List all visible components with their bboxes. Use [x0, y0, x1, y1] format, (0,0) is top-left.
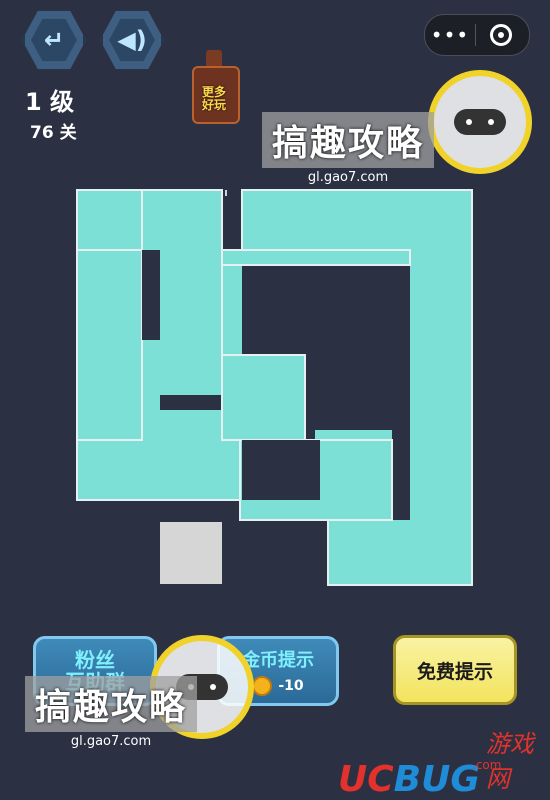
coin-cost-value: -10: [278, 678, 304, 694]
gamepad-icon: [454, 109, 506, 135]
logo-uc: UC: [338, 759, 394, 800]
path-segment-right-inner: [221, 249, 411, 266]
empty-cell[interactable]: [160, 522, 222, 584]
fans-label-line1: 粉丝: [75, 648, 115, 672]
logo-com: .com: [472, 758, 502, 772]
watermark-url: gl.gao7.com: [70, 734, 152, 749]
watermark-url: gl.gao7.com: [307, 170, 389, 185]
path-segment-left-2: [76, 189, 143, 251]
coin-cost: -10: [252, 676, 304, 696]
coin-icon: [252, 676, 273, 696]
watermark-bottom: 搞趣攻略 gl.gao7.com: [25, 676, 198, 749]
path-segment-left-3: [76, 249, 143, 441]
watermark-brand: 搞趣攻略: [25, 676, 198, 732]
path-segment-middle: [221, 354, 306, 441]
coin-hint-label: 金币提示: [242, 650, 314, 671]
free-hint-label: 免费提示: [416, 660, 493, 683]
logo-bug: BUG: [393, 759, 480, 800]
watermark-top: 搞趣攻略 gl.gao7.com: [262, 112, 435, 185]
path-gap-left-2: [160, 395, 222, 410]
path-gap-lower: [242, 440, 320, 500]
watermark-ring-top: [428, 70, 532, 174]
site-logo: UC BUG 游戏网 .com: [338, 724, 550, 800]
free-hint-button[interactable]: 免费提示: [393, 635, 517, 705]
path-gap-left: [142, 250, 160, 340]
watermark-brand: 搞趣攻略: [262, 112, 435, 168]
